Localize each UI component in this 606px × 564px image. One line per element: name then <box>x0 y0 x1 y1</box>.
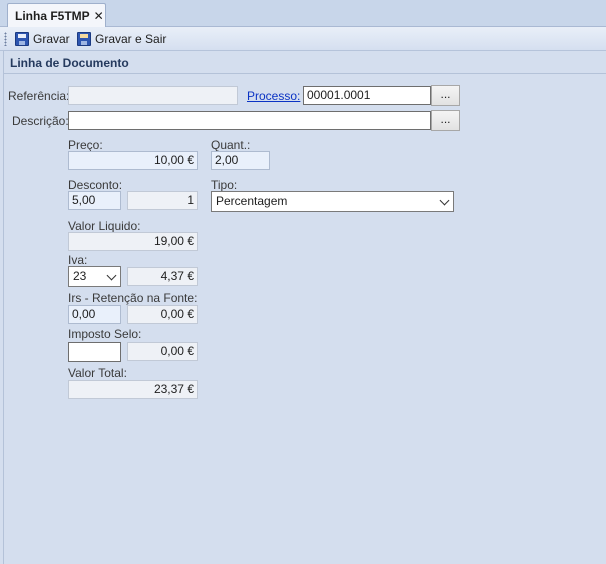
valor-liquido-label: Valor Liquido: <box>68 219 141 233</box>
tipo-select[interactable]: Percentagem <box>211 191 454 212</box>
chevron-down-icon <box>106 270 117 281</box>
processo-link[interactable]: Processo: <box>247 89 300 103</box>
desconto-input[interactable]: 5,00 <box>68 191 121 210</box>
toolbar-grip-icon[interactable] <box>4 32 7 46</box>
toolbar: Gravar Gravar e Sair <box>0 27 606 51</box>
panel-border <box>3 51 4 564</box>
chevron-down-icon <box>439 195 450 206</box>
iva-label: Iva: <box>68 253 88 267</box>
desconto-value: 1 <box>127 191 198 210</box>
tipo-label: Tipo: <box>211 178 238 192</box>
descricao-label: Descrição: <box>12 114 69 128</box>
irs-value: 0,00 € <box>127 305 198 324</box>
referencia-label: Referência: <box>8 89 70 103</box>
desconto-label: Desconto: <box>68 178 123 192</box>
save-and-exit-button[interactable]: Gravar e Sair <box>77 30 166 48</box>
floppy-disk-icon <box>15 32 29 46</box>
tipo-selected: Percentagem <box>216 194 288 208</box>
quant-input[interactable]: 2,00 <box>211 151 270 170</box>
section-title: Linha de Documento <box>10 56 129 70</box>
save-button[interactable]: Gravar <box>15 30 70 48</box>
irs-input[interactable]: 0,00 <box>68 305 121 324</box>
imposto-selo-label: Imposto Selo: <box>68 327 142 341</box>
tab-title: Linha F5TMP <box>15 9 90 23</box>
processo-input[interactable]: 00001.0001 <box>303 86 431 105</box>
save-button-label: Gravar <box>33 32 70 46</box>
preco-input[interactable]: 10,00 € <box>68 151 198 170</box>
descricao-input[interactable] <box>68 111 431 130</box>
valor-liquido-value: 19,00 € <box>68 232 198 251</box>
irs-label: Irs - Retenção na Fonte: <box>68 291 198 305</box>
imposto-selo-value: 0,00 € <box>127 342 198 361</box>
save-and-exit-button-label: Gravar e Sair <box>95 32 167 46</box>
valor-total-label: Valor Total: <box>68 366 127 380</box>
referencia-input[interactable] <box>68 86 238 105</box>
processo-lookup-button[interactable]: ... <box>431 85 460 106</box>
imposto-selo-input[interactable] <box>68 342 121 362</box>
tab-strip: Linha F5TMP ✕ <box>0 0 606 27</box>
valor-total-value: 23,37 € <box>68 380 198 399</box>
tab-linha-f5tmp[interactable]: Linha F5TMP ✕ <box>7 3 106 27</box>
floppy-disk-exit-icon <box>77 32 91 46</box>
descricao-lookup-button[interactable]: ... <box>431 110 460 131</box>
iva-select[interactable]: 23 <box>68 266 121 287</box>
iva-selected: 23 <box>73 269 87 283</box>
section-divider <box>4 73 606 74</box>
quant-label: Quant.: <box>211 138 251 152</box>
iva-value: 4,37 € <box>127 267 198 286</box>
preco-label: Preço: <box>68 138 103 152</box>
close-icon[interactable]: ✕ <box>94 9 104 23</box>
